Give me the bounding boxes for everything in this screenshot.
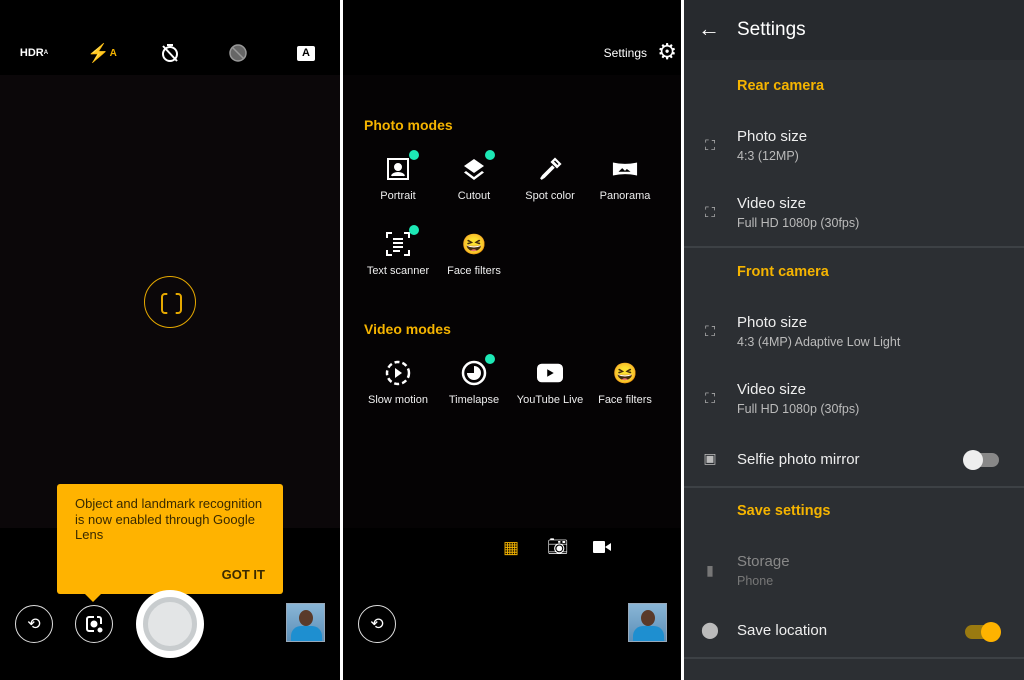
camera-viewfinder-screen: HDR A ⚡ A A Object and landmark recognitio… xyxy=(0,0,340,680)
mode-text-scanner[interactable]: Text scanner xyxy=(360,225,436,277)
switch-camera-icon: ⟲ xyxy=(27,616,41,633)
got-it-button[interactable]: GOT IT xyxy=(222,567,265,583)
gallery-thumbnail[interactable] xyxy=(628,603,667,642)
page-title: Settings xyxy=(737,19,806,40)
video-size-icon: ⛶ xyxy=(705,390,715,406)
switch-camera-icon: ⟲ xyxy=(370,616,384,633)
mode-face-filters-video[interactable]: 😆 Face filters xyxy=(587,360,663,407)
front-photo-size[interactable]: ⛶ Photo size 4:3 (4MP) Adaptive Low Light xyxy=(684,306,1024,361)
mode-cutout[interactable]: Cutout xyxy=(436,150,512,202)
face-filters-icon: 😆 xyxy=(612,362,638,385)
mode-youtube-live[interactable]: YouTube Live xyxy=(512,360,588,406)
switch-camera-button[interactable]: ⟲ xyxy=(358,605,396,643)
settings-link[interactable]: Settings xyxy=(604,46,647,60)
modes-screen: Settings ⚙ Photo modes Portrait Cutout S… xyxy=(343,0,681,680)
eyedropper-icon xyxy=(540,157,562,180)
photo-modes-title: Photo modes xyxy=(364,117,453,133)
text-scanner-icon xyxy=(386,232,410,256)
focus-ring xyxy=(144,276,196,328)
back-arrow-icon[interactable]: ← xyxy=(698,16,720,42)
video-modes-title: Video modes xyxy=(364,321,451,337)
gear-icon[interactable]: ⚙ xyxy=(657,40,677,64)
hdr-auto-icon[interactable]: HDR A xyxy=(20,40,48,66)
google-lens-icon xyxy=(86,616,103,633)
shutter-button[interactable] xyxy=(136,590,204,658)
divider xyxy=(684,657,1024,659)
save-location-toggle[interactable] xyxy=(965,622,1001,642)
section-front-camera: Front camera xyxy=(737,264,829,280)
section-rear-camera: Rear camera xyxy=(737,78,825,94)
video-camera-icon[interactable] xyxy=(593,540,611,553)
filter-off-icon[interactable] xyxy=(225,40,251,66)
lens-tooltip: Object and landmark recognition is now e… xyxy=(57,484,283,602)
location-pin-icon: ⬤ xyxy=(701,622,719,639)
settings-header: ← Settings xyxy=(684,0,1024,60)
section-save-settings: Save settings xyxy=(737,503,831,519)
mode-portrait[interactable]: Portrait xyxy=(360,150,436,202)
front-video-size[interactable]: ⛶ Video size Full HD 1080p (30fps) xyxy=(684,373,1024,428)
rear-photo-size[interactable]: ⛶ Photo size 4:3 (12MP) xyxy=(684,120,1024,175)
rear-video-size[interactable]: ⛶ Video size Full HD 1080p (30fps) xyxy=(684,187,1024,242)
face-filters-icon: 😆 xyxy=(461,233,487,256)
slow-motion-icon xyxy=(385,360,411,386)
sd-card-icon: ▮ xyxy=(706,562,714,578)
modes-grid-icon[interactable]: ▦ xyxy=(503,538,519,558)
flash-auto-icon[interactable]: ⚡ A xyxy=(87,40,117,66)
google-lens-button[interactable] xyxy=(75,605,113,643)
portrait-icon xyxy=(387,158,409,180)
timer-off-icon[interactable] xyxy=(157,40,183,66)
auto-mode-icon[interactable]: A xyxy=(293,40,319,66)
youtube-icon xyxy=(537,363,563,383)
selfie-icon: ▣ xyxy=(703,450,717,466)
selfie-mirror-row[interactable]: ▣ Selfie photo mirror xyxy=(684,440,1024,480)
divider xyxy=(684,246,1024,248)
gallery-thumbnail[interactable] xyxy=(286,603,325,642)
photo-size-icon: ⛶ xyxy=(705,137,715,153)
switch-camera-button[interactable]: ⟲ xyxy=(15,605,53,643)
photo-size-icon: ⛶ xyxy=(705,323,715,339)
selfie-mirror-toggle[interactable] xyxy=(963,450,999,470)
panorama-icon xyxy=(612,162,638,176)
photo-camera-icon[interactable]: 📷︎ xyxy=(547,537,569,557)
divider xyxy=(684,486,1024,488)
save-location-row[interactable]: ⬤ Save location xyxy=(684,612,1024,652)
mode-slow-motion[interactable]: Slow motion xyxy=(360,360,436,406)
settings-screen: ← Settings Rear camera ⛶ Photo size 4:3 (1… xyxy=(684,0,1024,680)
storage-row: ▮ Storage Phone xyxy=(684,545,1024,600)
mode-timelapse[interactable]: Timelapse xyxy=(436,354,512,406)
timelapse-icon xyxy=(461,360,487,386)
mode-spot-color[interactable]: Spot color xyxy=(512,156,588,202)
mode-face-filters[interactable]: 😆 Face filters xyxy=(436,231,512,278)
mode-panorama[interactable]: Panorama xyxy=(587,156,663,202)
layers-icon xyxy=(464,159,484,180)
video-size-icon: ⛶ xyxy=(705,204,715,220)
